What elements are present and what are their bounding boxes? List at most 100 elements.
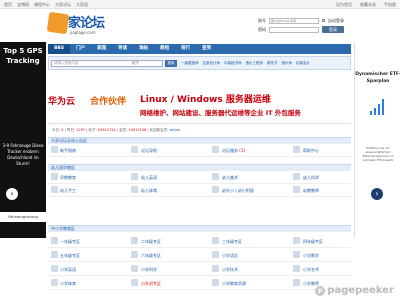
left-ad-footer[interactable]: Fahrzeugortung xyxy=(0,212,46,222)
logo-domain: jiaplage.com xyxy=(70,30,96,35)
forum-link[interactable]: 小学艺术 xyxy=(303,267,319,273)
search-input[interactable]: 请输入搜索内容 帖子 xyxy=(51,60,163,67)
ad-banner[interactable]: 华为云 合作伙伴 Linux / Windows 服务器运维 网络维护、网站建设… xyxy=(48,88,351,124)
remember-checkbox[interactable] xyxy=(322,19,325,22)
left-ad-body: 3-9 Fahrzeuge Diese Tracker erobern Deut… xyxy=(2,143,44,166)
forum-icon xyxy=(212,146,219,153)
nav-item-portal[interactable]: 门户 xyxy=(70,44,91,54)
forum-link[interactable]: 小学体育 xyxy=(60,281,76,287)
forum-link[interactable]: 小升初专区 xyxy=(141,281,161,287)
section-header[interactable]: 大家论坛总站公告区 xyxy=(48,137,351,144)
login-button[interactable]: 登录 xyxy=(322,26,344,33)
mobile-link[interactable]: 手机版 xyxy=(384,2,396,8)
left-ad-prev-icon[interactable]: ‹ xyxy=(6,188,18,200)
forum-link[interactable]: 幼儿手工 xyxy=(60,188,76,194)
hot-link[interactable]: 初级会计 xyxy=(296,61,310,66)
top-links: 首页 宝博网 课程中心 大家论坛 大家园 xyxy=(4,2,88,8)
post-count: 25514724 xyxy=(97,128,116,132)
forum-icon xyxy=(51,237,58,244)
search-type-select[interactable]: 帖子 xyxy=(132,61,152,66)
forum-icon xyxy=(212,173,219,180)
forum-link[interactable]: 新手指南 xyxy=(60,148,76,154)
right-ad-headline: Dynamischer ETF-Sparplan xyxy=(355,72,400,84)
hot-link[interactable]: 中级经济师 xyxy=(224,61,242,66)
hot-link[interactable]: 新东方 xyxy=(267,61,278,66)
top-link[interactable]: 宝博网 xyxy=(17,2,29,8)
section-header[interactable]: 中小学教育区 xyxy=(48,225,351,232)
forum-link[interactable]: 幼教教师 xyxy=(303,188,319,194)
forum-link[interactable]: 一年级专区 xyxy=(60,239,80,245)
forum-row: 一年级专区 二年级专区 三年级专区 四年级专区 xyxy=(48,235,351,248)
forum-link[interactable]: 论坛导航 xyxy=(141,148,157,154)
top-link[interactable]: 大家园 xyxy=(76,2,88,8)
forum-icon xyxy=(212,237,219,244)
top-link[interactable]: 课程中心 xyxy=(34,2,50,8)
right-ad[interactable]: Dynamischer ETF-Sparplan Profitieren Sie… xyxy=(354,42,400,238)
top-link[interactable]: 首页 xyxy=(4,2,12,8)
nav-item-collection[interactable]: 淘帖 xyxy=(133,44,154,54)
nav-item-ranking[interactable]: 排行 xyxy=(175,44,196,54)
forum-link[interactable]: 六年级专区 xyxy=(141,253,161,259)
forum-link[interactable]: 二年级专区 xyxy=(141,239,161,245)
nav-item-guide[interactable]: 导读 xyxy=(112,44,133,54)
forum-link[interactable]: 四年级专区 xyxy=(303,239,323,245)
section-header[interactable]: 幼儿园早教区 xyxy=(48,164,351,171)
forum-icon xyxy=(212,265,219,272)
hot-link[interactable]: 造价师 xyxy=(282,61,293,66)
banner-subline: 网络维护、网站建设、服务器代运维等企业 IT 外包服务 xyxy=(140,109,301,117)
nav-item-group[interactable]: 群组 xyxy=(154,44,175,54)
forum-icon xyxy=(293,237,300,244)
banner-headline: Linux / Windows 服务器运维 xyxy=(140,95,271,105)
forum-link[interactable]: 幼儿体育 xyxy=(141,188,157,194)
member-count: 10013248 xyxy=(128,128,147,132)
forum-link[interactable]: 小学技术 xyxy=(222,267,238,273)
forum-icon xyxy=(131,173,138,180)
nav-item-checkin[interactable]: 签到 xyxy=(196,44,217,54)
forum-link[interactable]: 小学科学 xyxy=(141,267,157,273)
forum-link[interactable]: 小学语文 xyxy=(222,253,238,259)
nav-item-bbs[interactable]: BBS xyxy=(48,44,71,54)
forum-icon xyxy=(51,265,58,272)
forum-link[interactable]: 幼儿英语 xyxy=(141,175,157,181)
left-ad[interactable]: Top 5 GPS Tracking 3-9 Fahrzeuge Diese T… xyxy=(0,42,46,238)
right-ad-next-icon[interactable]: › xyxy=(371,188,383,200)
hot-link[interactable]: 造价工程师 xyxy=(246,61,264,66)
forum-link[interactable]: 幼儿科学 xyxy=(303,175,319,181)
hot-link[interactable]: 注册会计师 xyxy=(203,61,221,66)
nav-item-home[interactable]: 家园 xyxy=(91,44,112,54)
forum-link[interactable]: 五年级专区 xyxy=(60,253,80,259)
logo-mark xyxy=(46,11,70,35)
watermark-text: pagepeeker xyxy=(327,285,394,296)
hot-search-links: 一级建造师 注册会计师 中级经济师 造价工程师 新东方 造价师 初级会计 xyxy=(181,61,310,66)
forum-link[interactable]: 幼升小 | 幼小衔接 xyxy=(222,188,254,194)
set-homepage-link[interactable]: 设为首页 xyxy=(336,2,352,8)
forum-link[interactable]: 小学教育资源 xyxy=(222,281,246,287)
left-ad-headline: Top 5 GPS Tracking xyxy=(3,47,43,65)
forum-link[interactable]: 帮助中心 xyxy=(303,148,319,154)
forum-icon xyxy=(293,173,300,180)
forum-row: 五年级专区 六年级专区 小学语文 小学数学 xyxy=(48,249,351,262)
forum-row: 小学英语 小学科学 小学技术 小学艺术 xyxy=(48,263,351,276)
forum-link[interactable]: 早期教育 xyxy=(60,175,76,181)
forum-icon xyxy=(51,186,58,193)
main-nav: BBS 门户 家园 导读 淘帖 群组 排行 签到 xyxy=(48,44,351,54)
search-button[interactable]: 搜索 xyxy=(165,60,177,67)
account-label: 账号 xyxy=(258,17,266,23)
newest-member-link[interactable]: whjoe xyxy=(169,128,179,132)
hot-link[interactable]: 一级建造师 xyxy=(181,61,199,66)
account-input[interactable] xyxy=(269,17,319,24)
search-placeholder: 请输入搜索内容 xyxy=(54,61,79,65)
password-input[interactable] xyxy=(269,26,319,33)
forum-icon xyxy=(293,251,300,258)
site-logo[interactable]: 家论坛 jiaplage.com xyxy=(46,11,108,36)
forum-link[interactable]: 幼儿美术 xyxy=(222,175,238,181)
forum-link[interactable]: 小学英语 xyxy=(60,267,76,273)
forum-icon xyxy=(51,146,58,153)
forum-row: 早期教育 幼儿英语 幼儿美术 幼儿科学 xyxy=(48,171,351,184)
forum-link[interactable]: 论坛服务 (1) xyxy=(222,148,245,154)
bookmark-link[interactable]: 收藏本站 xyxy=(360,2,376,8)
forum-link[interactable]: 小学数学 xyxy=(303,253,319,259)
forum-stats: 今日: 0 | 昨日: 1297 | 帖子: 25514724 | 会员: 10… xyxy=(52,128,180,132)
top-link[interactable]: 大家论坛 xyxy=(55,2,71,8)
forum-link[interactable]: 三年级专区 xyxy=(222,239,242,245)
